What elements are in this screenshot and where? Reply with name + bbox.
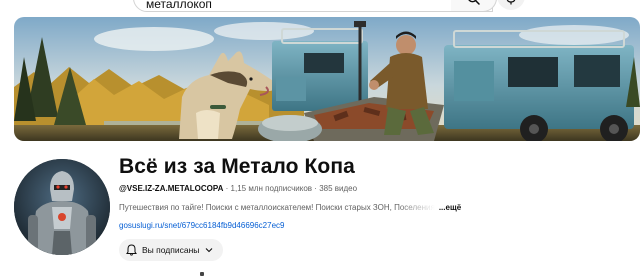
search-box[interactable] bbox=[133, 0, 493, 12]
more-link[interactable]: ...ещё bbox=[439, 203, 461, 212]
subscribed-button[interactable]: Вы подписаны bbox=[119, 239, 223, 261]
description-text: Путешествия по тайге! Поиски с металлоис… bbox=[119, 203, 435, 212]
channel-link[interactable]: gosuslugi.ru/snet/679cc6184fb9d46696c27e… bbox=[119, 221, 284, 230]
video-count: 385 видео bbox=[319, 184, 358, 193]
channel-description[interactable]: Путешествия по тайге! Поиски с металлоис… bbox=[119, 203, 479, 212]
microphone-icon bbox=[506, 0, 516, 5]
avatar-image bbox=[14, 159, 110, 255]
chevron-down-icon bbox=[205, 248, 213, 253]
search-input[interactable] bbox=[134, 0, 466, 11]
channel-handle[interactable]: @VSE.IZ-ZA.METALOCOPA bbox=[119, 184, 223, 193]
voice-search-button[interactable] bbox=[497, 0, 525, 10]
tab-indicator bbox=[200, 272, 204, 276]
channel-meta: @VSE.IZ-ZA.METALOCOPA · 1,15 млн подписч… bbox=[119, 184, 357, 193]
search-icon bbox=[468, 0, 480, 5]
channel-avatar[interactable] bbox=[14, 159, 110, 255]
channel-banner bbox=[14, 17, 640, 141]
channel-banner-image bbox=[14, 17, 640, 141]
channel-name: Всё из за Метало Копа bbox=[119, 155, 355, 178]
meta-separator: · bbox=[314, 184, 317, 193]
subscriber-count: 1,15 млн подписчиков bbox=[230, 184, 313, 193]
meta-separator: · bbox=[225, 184, 229, 193]
bell-icon bbox=[126, 244, 137, 256]
subscribed-label: Вы подписаны bbox=[142, 245, 200, 255]
